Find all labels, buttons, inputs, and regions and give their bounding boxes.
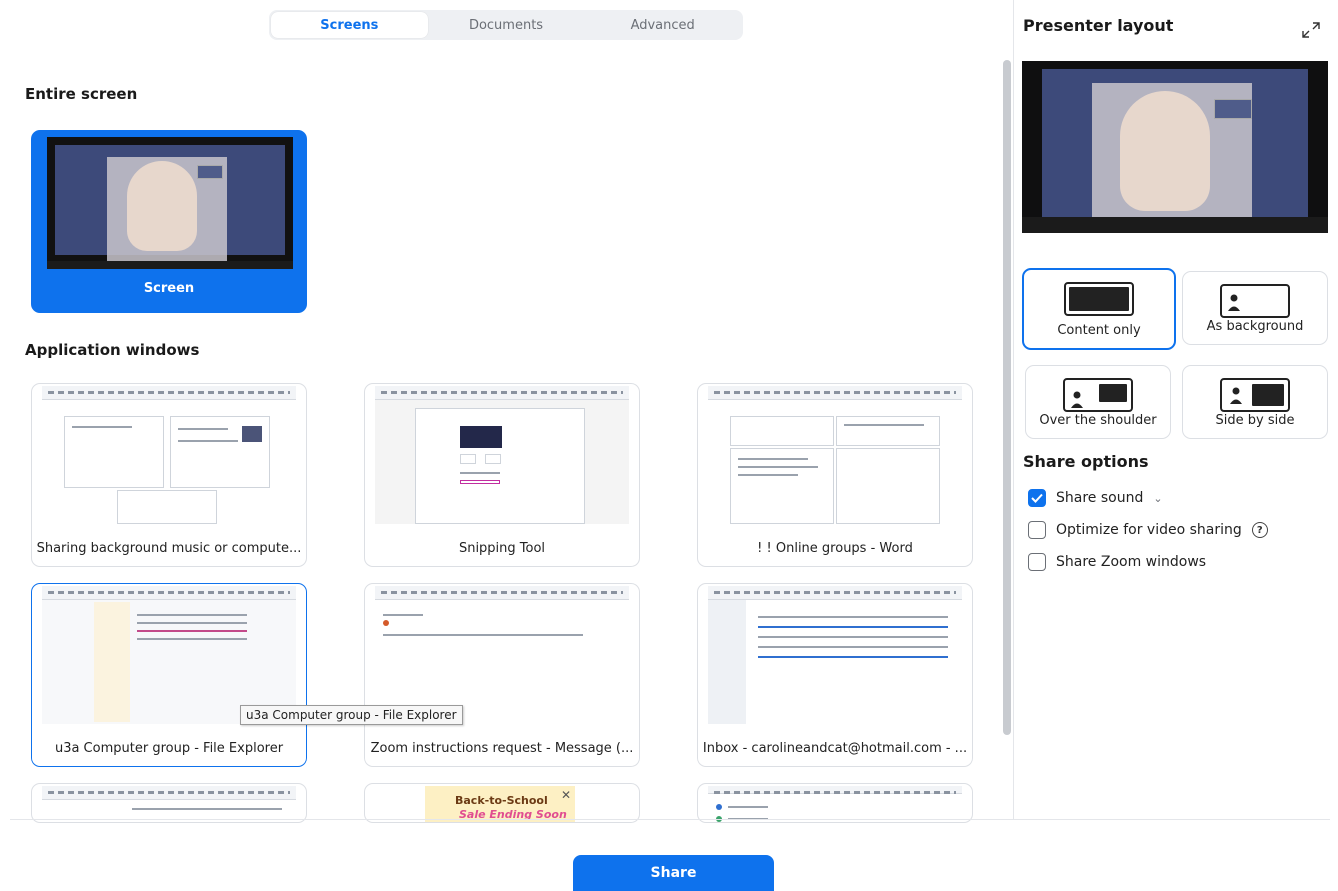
check-icon	[1031, 493, 1043, 503]
share-sound-checkbox[interactable]	[1028, 489, 1046, 507]
app-window-thumbnail	[375, 586, 629, 724]
layout-as-background[interactable]: As background	[1182, 271, 1328, 345]
presenter-preview	[1022, 61, 1328, 233]
share-source-tabs: Screens Documents Advanced	[269, 10, 743, 40]
side-by-side-icon	[1220, 378, 1290, 412]
app-window-label: Snipping Tool	[458, 541, 546, 556]
app-window-thumbnail	[42, 786, 296, 822]
app-window-thumbnail	[708, 786, 962, 822]
app-window-thumbnail	[42, 386, 296, 524]
share-zoom-windows-checkbox[interactable]	[1028, 553, 1046, 571]
entire-screen-heading: Entire screen	[25, 85, 138, 103]
app-window-thumbnail	[708, 586, 962, 724]
layout-label: Side by side	[1215, 413, 1295, 428]
share-zoom-windows-option[interactable]: Share Zoom windows	[1028, 553, 1206, 571]
app-window-card[interactable]: ! ! Online groups - Word	[697, 383, 973, 567]
layout-content-only[interactable]: Content only	[1022, 268, 1176, 350]
app-window-card[interactable]: Zoom instructions request - Message (...	[364, 583, 640, 767]
app-window-thumbnail	[708, 386, 962, 524]
screen-card[interactable]: Screen	[31, 130, 307, 313]
over-the-shoulder-icon	[1063, 378, 1133, 412]
layout-label: Content only	[1057, 323, 1141, 338]
app-window-card[interactable]: Back-to-School Sale Ending Soon ✕	[364, 783, 640, 823]
panel-divider	[1013, 0, 1014, 819]
app-window-card[interactable]: Inbox - carolineandcat@hotmail.com - ...	[697, 583, 973, 767]
chevron-down-icon[interactable]: ⌄	[1153, 492, 1162, 505]
screen-thumbnail	[47, 137, 293, 269]
layout-label: Over the shoulder	[1039, 413, 1157, 428]
app-window-label: u3a Computer group - File Explorer	[54, 741, 284, 756]
optimize-video-checkbox[interactable]	[1028, 521, 1046, 539]
app-window-card[interactable]: Snipping Tool	[364, 383, 640, 567]
app-window-thumbnail	[42, 586, 296, 724]
app-window-thumbnail	[375, 386, 629, 524]
content-only-icon	[1064, 282, 1134, 316]
close-icon: ✕	[560, 788, 571, 802]
expand-icon[interactable]	[1300, 20, 1322, 40]
screen-label: Screen	[143, 281, 195, 296]
tab-screens[interactable]: Screens	[271, 12, 428, 38]
optimize-video-label: Optimize for video sharing	[1056, 522, 1242, 538]
app-window-card[interactable]: Sharing background music or compute...	[31, 383, 307, 567]
layout-over-the-shoulder[interactable]: Over the shoulder	[1025, 365, 1171, 439]
app-window-card[interactable]	[697, 783, 973, 823]
app-window-label: Inbox - carolineandcat@hotmail.com - ...	[702, 741, 968, 756]
optimize-video-option[interactable]: Optimize for video sharing ?	[1028, 521, 1268, 539]
share-sound-option[interactable]: Share sound ⌄	[1028, 489, 1163, 507]
tooltip: u3a Computer group - File Explorer	[240, 705, 463, 725]
app-window-card[interactable]: u3a Computer group - File Explorer	[31, 583, 307, 767]
presenter-layout-title: Presenter layout	[1023, 16, 1174, 35]
app-window-label: Zoom instructions request - Message (...	[370, 741, 634, 756]
layout-side-by-side[interactable]: Side by side	[1182, 365, 1328, 439]
bottom-divider	[10, 819, 1330, 820]
tab-advanced[interactable]: Advanced	[584, 12, 741, 38]
share-zoom-windows-label: Share Zoom windows	[1056, 554, 1207, 570]
ad-thumb-line1: Back-to-School	[455, 794, 548, 807]
as-background-icon	[1220, 284, 1290, 318]
application-windows-heading: Application windows	[25, 341, 200, 359]
share-options-title: Share options	[1023, 452, 1149, 471]
ad-thumbnail: Back-to-School Sale Ending Soon ✕	[425, 786, 575, 822]
layout-label: As background	[1206, 319, 1304, 334]
app-window-card[interactable]	[31, 783, 307, 823]
app-window-label: ! ! Online groups - Word	[757, 541, 913, 556]
share-button[interactable]: Share	[573, 855, 774, 891]
scrollbar[interactable]	[1003, 60, 1011, 735]
tab-documents[interactable]: Documents	[428, 12, 585, 38]
help-icon[interactable]: ?	[1251, 522, 1268, 538]
share-sound-label: Share sound	[1056, 490, 1144, 506]
app-window-label: Sharing background music or compute...	[36, 541, 302, 556]
